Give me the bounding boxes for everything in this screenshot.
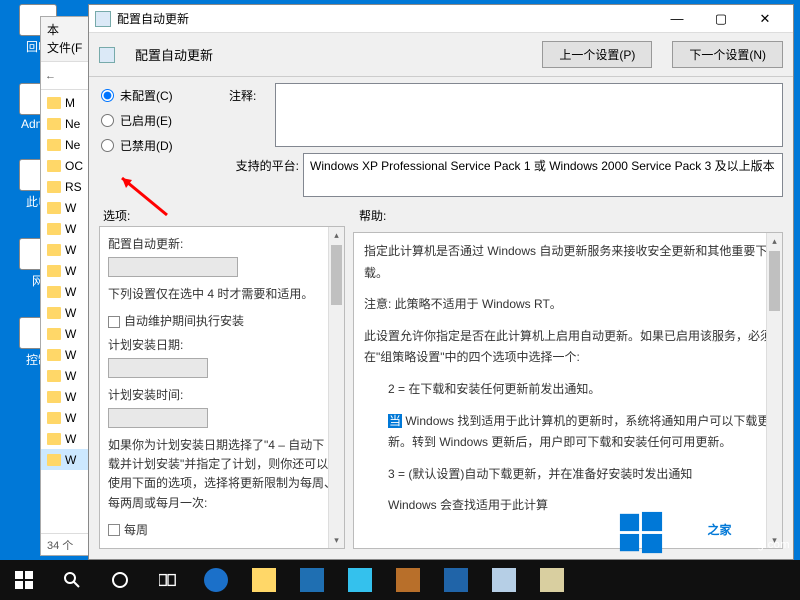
install-day-dropdown[interactable]	[108, 358, 208, 378]
folder-icon	[47, 349, 61, 361]
folder-icon	[47, 181, 61, 193]
chk-weekly[interactable]: 每周	[108, 521, 336, 540]
app-icon	[95, 11, 111, 27]
taskbar-store-icon[interactable]	[288, 560, 336, 600]
options-scrollbar[interactable]: ▴▾	[328, 227, 344, 548]
prev-setting-button[interactable]: 上一个设置(P)	[542, 41, 652, 68]
titlebar: 配置自动更新 — ▢ ✕	[89, 5, 793, 33]
help-text: 此设置允许你指定是否在此计算机上启用自动更新。如果已启用该服务，必须在"组策略设…	[364, 326, 772, 369]
policy-dialog: 配置自动更新 — ▢ ✕ 配置自动更新 上一个设置(P) 下一个设置(N) 未配…	[88, 4, 794, 560]
folder-icon	[47, 202, 61, 214]
options-note: 下列设置仅在选中 4 时才需要和适用。	[108, 285, 336, 304]
help-pane: 指定此计算机是否通过 Windows 自动更新服务来接收安全更新和其他重要下载。…	[353, 232, 783, 549]
highlight: 当	[388, 414, 402, 428]
taskbar-app-icon[interactable]	[336, 560, 384, 600]
close-button[interactable]: ✕	[743, 5, 787, 33]
folder-icon	[47, 244, 61, 256]
update-mode-dropdown[interactable]	[108, 257, 238, 277]
folder-icon	[47, 118, 61, 130]
folder-icon	[47, 265, 61, 277]
options-paragraph: 如果你为计划安装日期选择了"4 – 自动下载并计划安装"并指定了计划，则你还可以…	[108, 436, 336, 513]
help-text: 2 = 在下载和安装任何更新前发出通知。	[364, 379, 772, 401]
comment-field[interactable]	[275, 83, 783, 147]
taskbar-explorer-icon[interactable]	[240, 560, 288, 600]
minimize-button[interactable]: —	[655, 5, 699, 33]
checkbox-icon	[108, 316, 120, 328]
nav-back-icon[interactable]: ←	[45, 70, 56, 82]
taskbar-app-icon[interactable]	[480, 560, 528, 600]
folder-icon	[47, 139, 61, 151]
state-radios: 未配置(C) 已启用(E) 已禁用(D)	[99, 83, 229, 158]
window-controls: — ▢ ✕	[655, 5, 787, 33]
search-button[interactable]	[48, 560, 96, 600]
taskbar-edge-icon[interactable]	[192, 560, 240, 600]
help-text: 3 = (默认设置)自动下载更新，并在准备好安装时发出通知	[364, 464, 772, 486]
taskbar	[0, 560, 800, 600]
cortana-button[interactable]	[96, 560, 144, 600]
folder-icon	[47, 160, 61, 172]
folder-icon	[47, 286, 61, 298]
radio-disabled[interactable]: 已禁用(D)	[99, 133, 229, 158]
folder-icon	[47, 370, 61, 382]
platform-field: Windows XP Professional Service Pack 1 或…	[303, 153, 783, 197]
desktop: 回收 Admin 此电 网 控制 本 文件(F ← M Ne Ne OC RS …	[0, 0, 800, 600]
folder-icon	[47, 391, 61, 403]
folder-icon	[47, 433, 61, 445]
watermark: Win10之家 www.win10xitong.com	[618, 510, 790, 556]
comment-label: 注释:	[229, 83, 275, 147]
taskview-button[interactable]	[144, 560, 192, 600]
folder-icon	[47, 97, 61, 109]
install-day-label: 计划安装日期:	[108, 336, 336, 355]
taskbar-app-icon[interactable]	[384, 560, 432, 600]
install-time-label: 计划安装时间:	[108, 386, 336, 405]
help-text: 注意: 此策略不适用于 Windows RT。	[364, 294, 772, 316]
radio-enabled[interactable]: 已启用(E)	[99, 108, 229, 133]
taskbar-notepad-icon[interactable]	[528, 560, 576, 600]
checkbox-icon	[108, 524, 120, 536]
taskbar-app-icon[interactable]	[432, 560, 480, 600]
window-title: 配置自动更新	[117, 10, 655, 27]
policy-icon	[99, 47, 115, 63]
folder-icon	[47, 328, 61, 340]
install-time-dropdown[interactable]	[108, 408, 208, 428]
help-scrollbar[interactable]: ▴▾	[766, 233, 782, 548]
help-text: 当 Windows 找到适用于此计算机的更新时，系统将通知用户可以下载更新。转到…	[364, 411, 772, 454]
radio-not-configured[interactable]: 未配置(C)	[99, 83, 229, 108]
maximize-button[interactable]: ▢	[699, 5, 743, 33]
platform-label: 支持的平台:	[229, 153, 303, 197]
options-pane: 配置自动更新: 下列设置仅在选中 4 时才需要和适用。 自动维护期间执行安装 计…	[99, 226, 345, 549]
options-group-label: 配置自动更新:	[108, 235, 336, 254]
folder-icon	[47, 223, 61, 235]
folder-icon	[47, 454, 61, 466]
annotation-arrow	[112, 170, 172, 223]
start-button[interactable]	[0, 560, 48, 600]
toolbar: 配置自动更新 上一个设置(P) 下一个设置(N)	[89, 33, 793, 77]
windows-logo-icon	[618, 510, 664, 556]
help-label: 帮助:	[359, 207, 386, 224]
folder-icon	[47, 307, 61, 319]
folder-icon	[47, 412, 61, 424]
policy-subtitle: 配置自动更新	[135, 45, 213, 64]
next-setting-button[interactable]: 下一个设置(N)	[672, 41, 783, 68]
help-text: 指定此计算机是否通过 Windows 自动更新服务来接收安全更新和其他重要下载。	[364, 241, 772, 284]
chk-maintenance[interactable]: 自动维护期间执行安装	[108, 312, 336, 331]
